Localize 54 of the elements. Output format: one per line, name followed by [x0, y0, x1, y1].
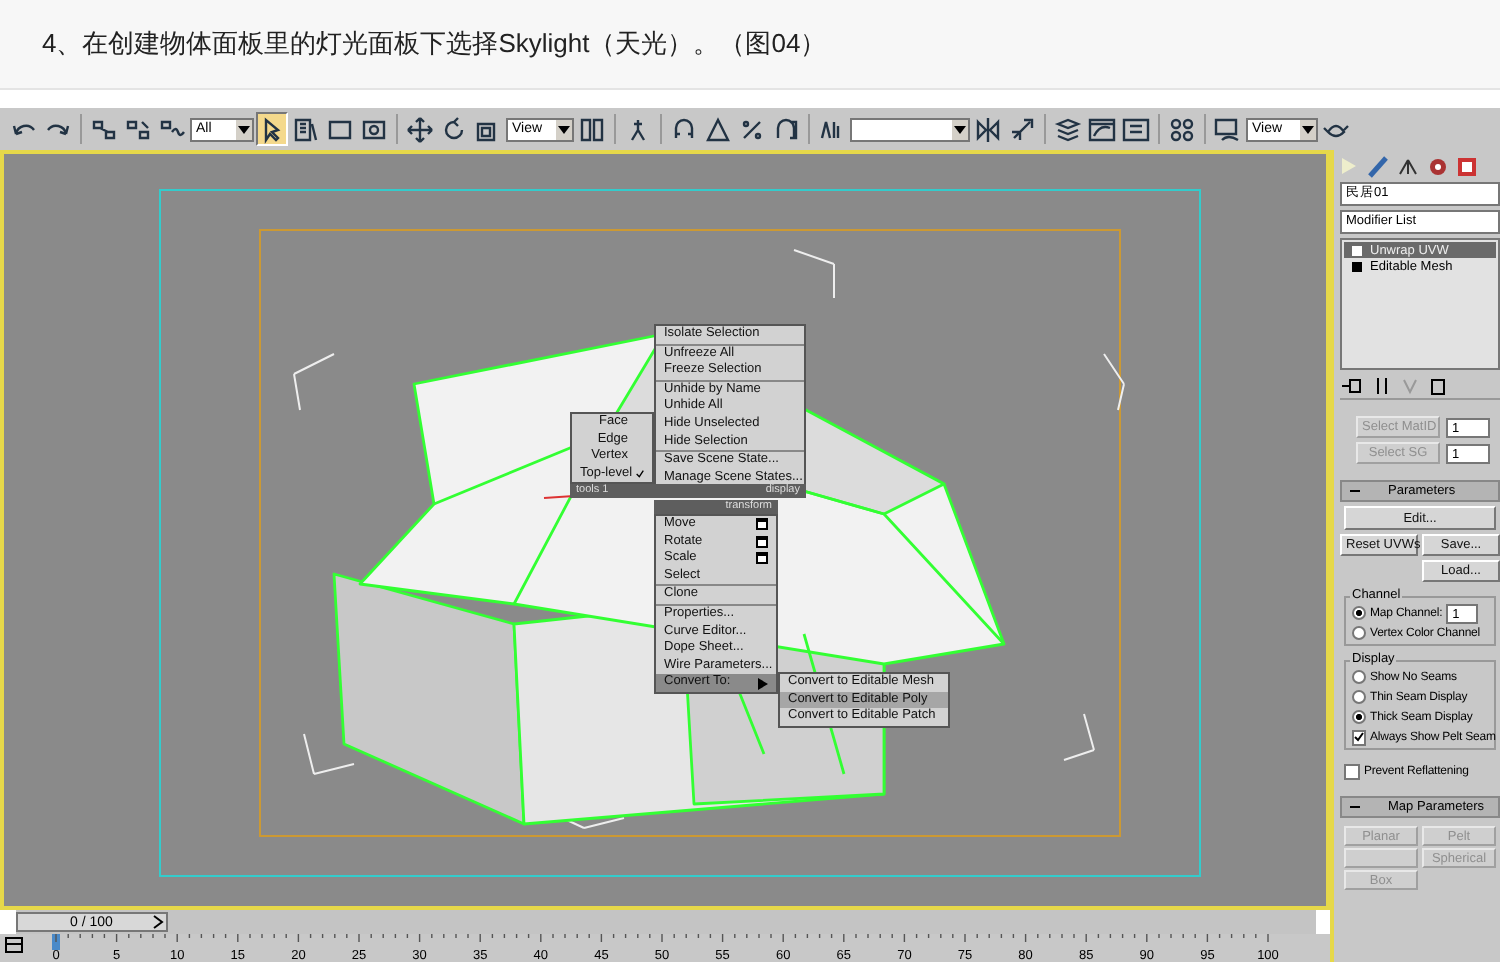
move-button[interactable] [404, 112, 436, 146]
hierarchy-tab-icon[interactable] [1396, 156, 1420, 178]
mirror-button[interactable] [972, 112, 1004, 146]
rectangle-selection-icon [326, 115, 354, 143]
dropdown-arrow-icon [952, 119, 968, 139]
radio-button[interactable] [1352, 670, 1366, 684]
link-icon [90, 115, 118, 143]
settings-box-icon [756, 552, 768, 565]
dropdown-arrow-icon [236, 119, 252, 139]
curve-editor-icon [1088, 115, 1116, 143]
window-crossing-icon [360, 115, 388, 143]
checkbox[interactable] [1352, 729, 1366, 745]
rotate-icon [440, 115, 468, 143]
layers-icon [1054, 115, 1082, 143]
display-tab-icon[interactable] [1456, 156, 1480, 178]
render-setup-icon [1214, 115, 1242, 143]
angle-snap-icon [704, 115, 732, 143]
square-bullet-icon [1352, 245, 1362, 255]
select-by-name-icon [292, 115, 320, 143]
material-editor-icon [1168, 115, 1196, 143]
next-frame-icon [152, 914, 164, 930]
schematic-view-icon [1122, 115, 1150, 143]
time-marker[interactable] [52, 934, 60, 950]
radio-button[interactable] [1352, 690, 1366, 704]
radio-button[interactable] [1352, 606, 1366, 620]
caption-text: 4、在创建物体面板里的灯光面板下选择Skylight（天光）。（图04） [42, 26, 827, 62]
radio-button[interactable] [1352, 710, 1366, 724]
move-icon [406, 115, 434, 143]
unlink-icon [124, 115, 152, 143]
spinner-snap-icon [772, 115, 800, 143]
collapse-icon [1350, 804, 1360, 810]
settings-box-icon [756, 518, 768, 531]
dropdown-arrow-icon [556, 119, 572, 139]
percent-snap-icon [738, 115, 766, 143]
remove-modifier-icon[interactable] [1428, 376, 1448, 396]
key-filter-icon[interactable] [5, 937, 23, 953]
toolbar-dropdown[interactable] [850, 117, 970, 141]
settings-box-icon [756, 535, 768, 548]
checkbox[interactable] [1344, 763, 1360, 779]
show-end-result-icon[interactable] [1372, 376, 1392, 396]
square-bullet-icon [1352, 261, 1362, 271]
snap-magnet-icon [670, 115, 698, 143]
align-icon [1008, 115, 1036, 143]
pivot-icon [578, 115, 606, 143]
pin-icon[interactable] [1340, 376, 1364, 396]
motion-tab-icon[interactable] [1426, 156, 1450, 178]
modify-tab-icon[interactable] [1366, 156, 1390, 178]
submenu-arrow-icon [758, 677, 768, 690]
angle-snap-button[interactable] [702, 112, 734, 146]
select-arrow-button[interactable] [256, 112, 288, 146]
dropdown-arrow-icon [1300, 119, 1316, 139]
radio-button[interactable] [1352, 626, 1366, 640]
mirror-icon [974, 115, 1002, 143]
collapse-icon [1350, 488, 1360, 494]
